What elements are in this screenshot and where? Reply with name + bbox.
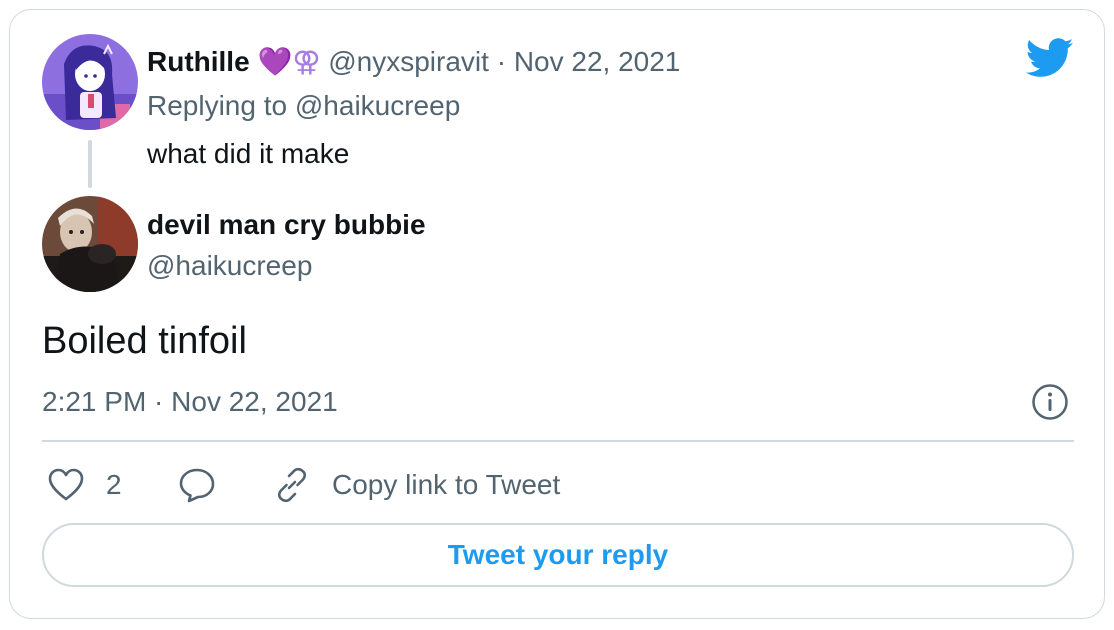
- info-icon[interactable]: [1031, 383, 1069, 421]
- replying-to-label: Replying to: [147, 90, 288, 121]
- copy-link-label[interactable]: Copy link to Tweet: [332, 469, 560, 501]
- link-icon[interactable]: [273, 466, 311, 504]
- twitter-bird-icon[interactable]: [1026, 38, 1074, 78]
- reply-tweet-header: Ruthille 💜⚢ @nyxspiravit · Nov 22, 2021: [147, 46, 680, 78]
- reply-bubble-icon[interactable]: [177, 467, 217, 503]
- main-author-name[interactable]: devil man cry bubbie: [147, 209, 426, 241]
- reply-author-name[interactable]: Ruthille: [147, 46, 250, 77]
- reply-tweet-text: what did it make: [147, 138, 350, 169]
- embedded-tweet-card: Ruthille 💜⚢ @nyxspiravit · Nov 22, 2021 …: [9, 9, 1105, 619]
- reply-button-label: Tweet your reply: [447, 539, 669, 570]
- actions-divider: [42, 440, 1074, 442]
- reply-author-handle[interactable]: @nyxspiravit: [328, 46, 489, 77]
- replying-to-line: Replying to @haikucreep: [147, 90, 460, 122]
- ruthille-avatar[interactable]: [42, 34, 138, 130]
- replying-to-handle[interactable]: @haikucreep: [295, 90, 460, 121]
- main-tweet-timestamp[interactable]: 2:21 PM · Nov 22, 2021: [42, 386, 338, 418]
- heart-icon[interactable]: [48, 468, 84, 502]
- tweet-your-reply-button[interactable]: Tweet your reply: [42, 523, 1074, 587]
- main-author-handle[interactable]: @haikucreep: [147, 250, 312, 282]
- devil-man-avatar[interactable]: [42, 196, 138, 292]
- reply-tweet-date[interactable]: Nov 22, 2021: [514, 46, 681, 77]
- thread-connector-line: [88, 140, 92, 188]
- main-tweet-text: Boiled tinfoil: [42, 320, 247, 362]
- name-emoji: 💜⚢: [257, 46, 321, 77]
- like-count[interactable]: 2: [106, 469, 122, 501]
- header-separator: ·: [496, 46, 507, 77]
